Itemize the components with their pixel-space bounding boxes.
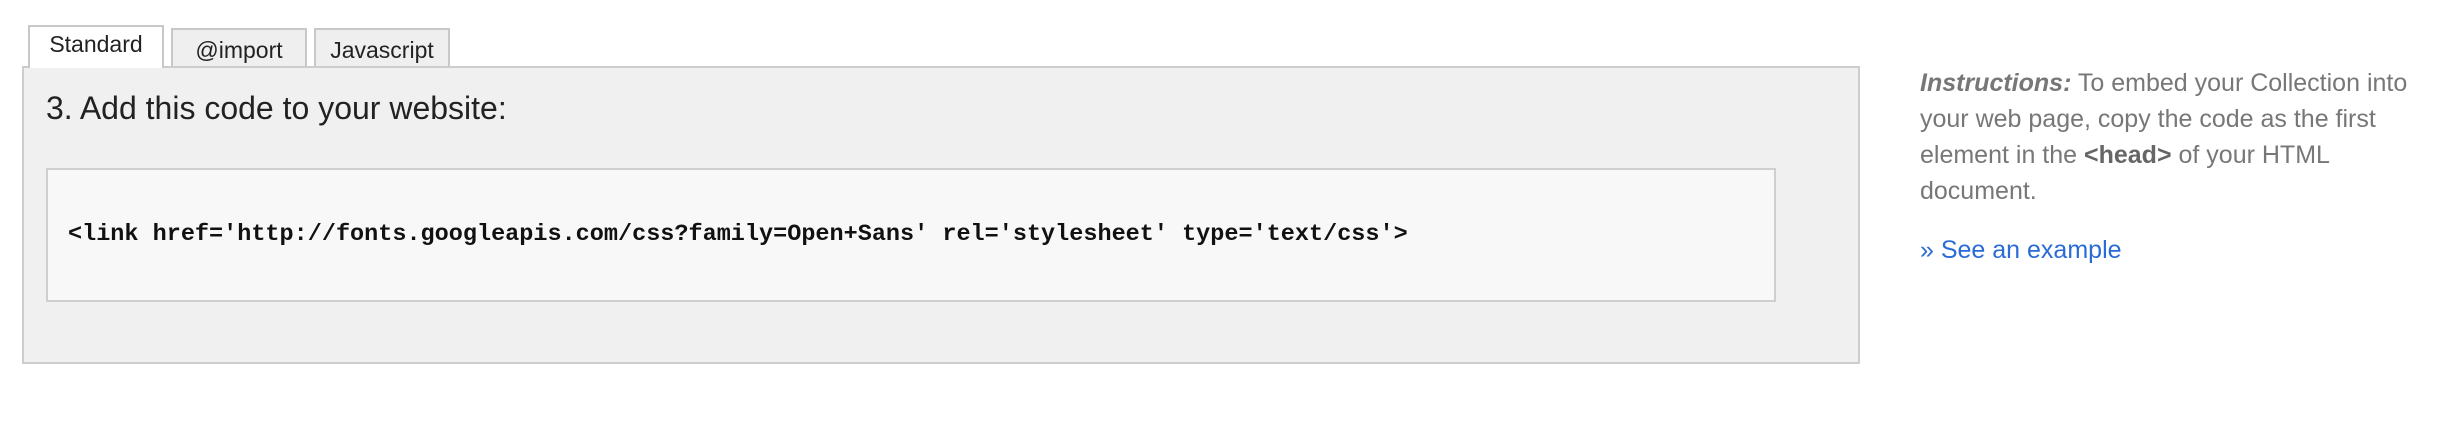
instructions-text: Instructions: To embed your Collection i… bbox=[1920, 65, 2420, 209]
step-title: 3. Add this code to your website: bbox=[46, 90, 507, 126]
code-panel: 3. Add this code to your website: <link … bbox=[22, 66, 1860, 364]
head-tag-text: <head> bbox=[2084, 141, 2172, 169]
tab-standard[interactable]: Standard bbox=[28, 25, 164, 68]
instructions-lead: Instructions: bbox=[1920, 69, 2072, 97]
code-snippet-box[interactable]: <link href='http://fonts.googleapis.com/… bbox=[46, 168, 1776, 302]
code-snippet[interactable]: <link href='http://fonts.googleapis.com/… bbox=[68, 221, 1408, 248]
tab-import[interactable]: @import bbox=[171, 28, 307, 66]
see-example-link[interactable]: » See an example bbox=[1920, 236, 2122, 265]
tab-javascript[interactable]: Javascript bbox=[314, 28, 450, 66]
embed-code-page: Standard @import Javascript 3. Add this … bbox=[0, 0, 2440, 424]
